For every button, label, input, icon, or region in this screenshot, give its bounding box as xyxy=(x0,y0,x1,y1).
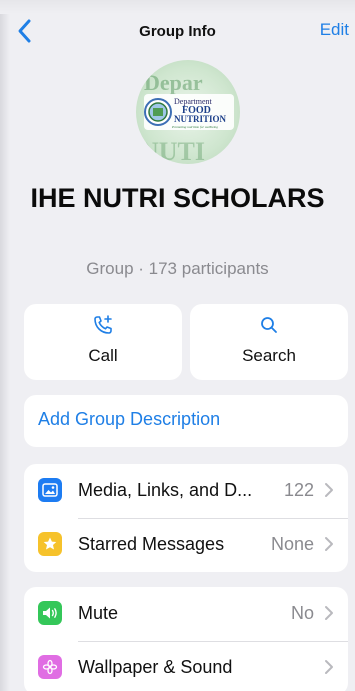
chevron-right-icon xyxy=(324,482,334,498)
wallpaper-sound-row[interactable]: Wallpaper & Sound xyxy=(24,641,348,691)
mute-row[interactable]: Mute No xyxy=(24,587,348,641)
star-icon xyxy=(38,532,62,556)
media-links-docs-row[interactable]: Media, Links, and D... 122 xyxy=(24,464,348,518)
mute-value: No xyxy=(290,603,314,623)
search-icon xyxy=(258,314,280,336)
speaker-icon xyxy=(38,601,62,625)
chevron-right-icon xyxy=(324,536,334,552)
starred-value: None xyxy=(270,534,314,554)
edit-button[interactable]: Edit xyxy=(320,20,349,40)
paper-edge xyxy=(0,0,10,691)
group-info-screen: Group Info Edit Depar NUTI Department FO… xyxy=(0,0,355,691)
starred-messages-row[interactable]: Starred Messages None xyxy=(24,518,348,572)
avatar-line3: NUTRITION xyxy=(174,114,227,124)
chevron-right-icon xyxy=(324,659,334,675)
group-avatar[interactable]: Depar NUTI Department FOOD NUTRITION Pro… xyxy=(136,60,240,164)
group-name: IHE NUTRI SCHOLARS xyxy=(30,183,325,213)
chevron-right-icon xyxy=(324,605,334,621)
group-description-card[interactable]: Add Group Description xyxy=(24,395,348,447)
nav-bar: Group Info Edit xyxy=(0,14,355,50)
wallpaper-label: Wallpaper & Sound xyxy=(78,657,233,677)
mute-label: Mute xyxy=(78,603,119,623)
svg-text:NUTI: NUTI xyxy=(140,137,205,164)
media-count: 122 xyxy=(283,480,314,500)
call-button[interactable]: Call xyxy=(24,304,182,380)
avatar-tagline: Promoting nutrition for wellbeing xyxy=(171,125,218,129)
starred-label: Starred Messages xyxy=(78,534,225,554)
add-description-link[interactable]: Add Group Description xyxy=(38,409,220,430)
media-label: Media, Links, and D... xyxy=(78,480,253,500)
svg-text:Depar: Depar xyxy=(144,70,203,95)
search-label: Search xyxy=(242,346,296,365)
search-button[interactable]: Search xyxy=(190,304,348,380)
group-subtitle: Group · 173 participants xyxy=(86,259,269,278)
photo-icon xyxy=(38,478,62,502)
phone-plus-icon xyxy=(92,314,114,336)
call-label: Call xyxy=(88,346,118,365)
flower-icon xyxy=(38,655,62,679)
settings-section: Mute No Wallpaper & Sound xyxy=(24,587,348,691)
media-section: Media, Links, and D... 122 Starred Messa… xyxy=(24,464,348,572)
page-title: Group Info xyxy=(139,23,216,40)
top-strip xyxy=(0,0,355,14)
